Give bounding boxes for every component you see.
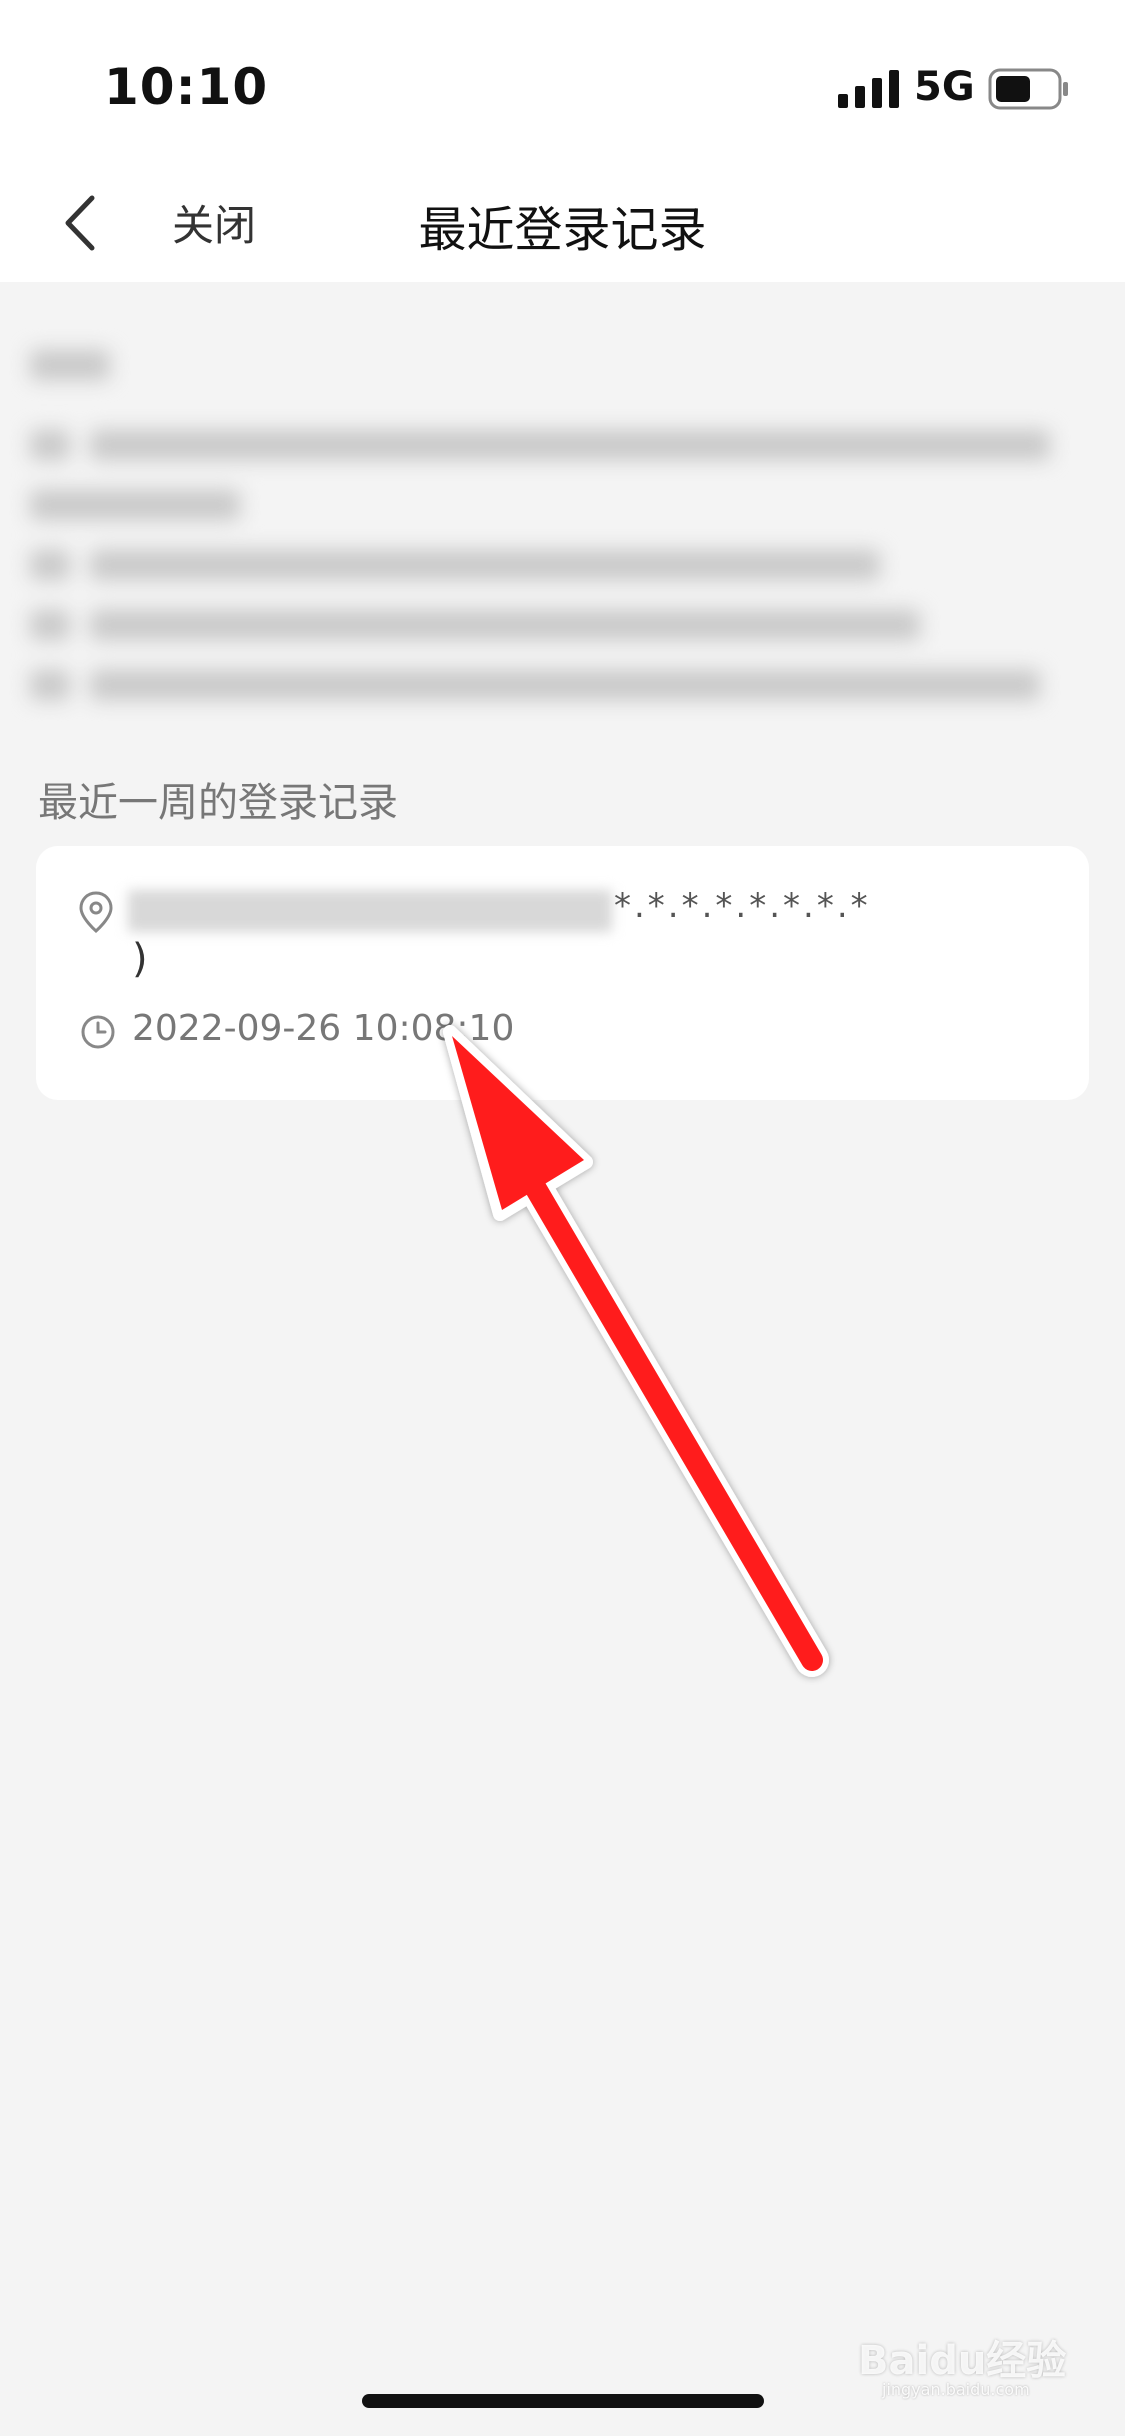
nav-bar: 关闭 最近登录记录 (0, 170, 1125, 282)
status-bar: 10:10 5G (0, 0, 1125, 170)
location-redacted (128, 890, 612, 932)
page-title: 最近登录记录 (418, 202, 707, 258)
blurred-info-text (30, 330, 1090, 730)
login-timestamp: 2022-09-26 10:08:10 (132, 1008, 515, 1049)
baidu-watermark-url: jingyan.baidu.com (882, 2380, 1030, 2399)
location-pin-icon (79, 891, 113, 933)
clock-icon (81, 1015, 115, 1049)
status-time: 10:10 (104, 58, 269, 116)
home-indicator[interactable] (362, 2394, 764, 2408)
signal-bars-icon (838, 70, 899, 108)
location-masked-value: *.*.*.*.*.*.*.* (614, 886, 871, 926)
section-title: 最近一周的登录记录 (38, 780, 398, 826)
login-record-card: *.*.*.*.*.*.*.* ) 2022-09-26 10:08:10 (36, 846, 1089, 1100)
network-type: 5G (914, 64, 975, 110)
battery-icon (988, 68, 1068, 110)
baidu-watermark: Baidu经验 (858, 2338, 1067, 2384)
location-suffix: ) (132, 936, 148, 982)
